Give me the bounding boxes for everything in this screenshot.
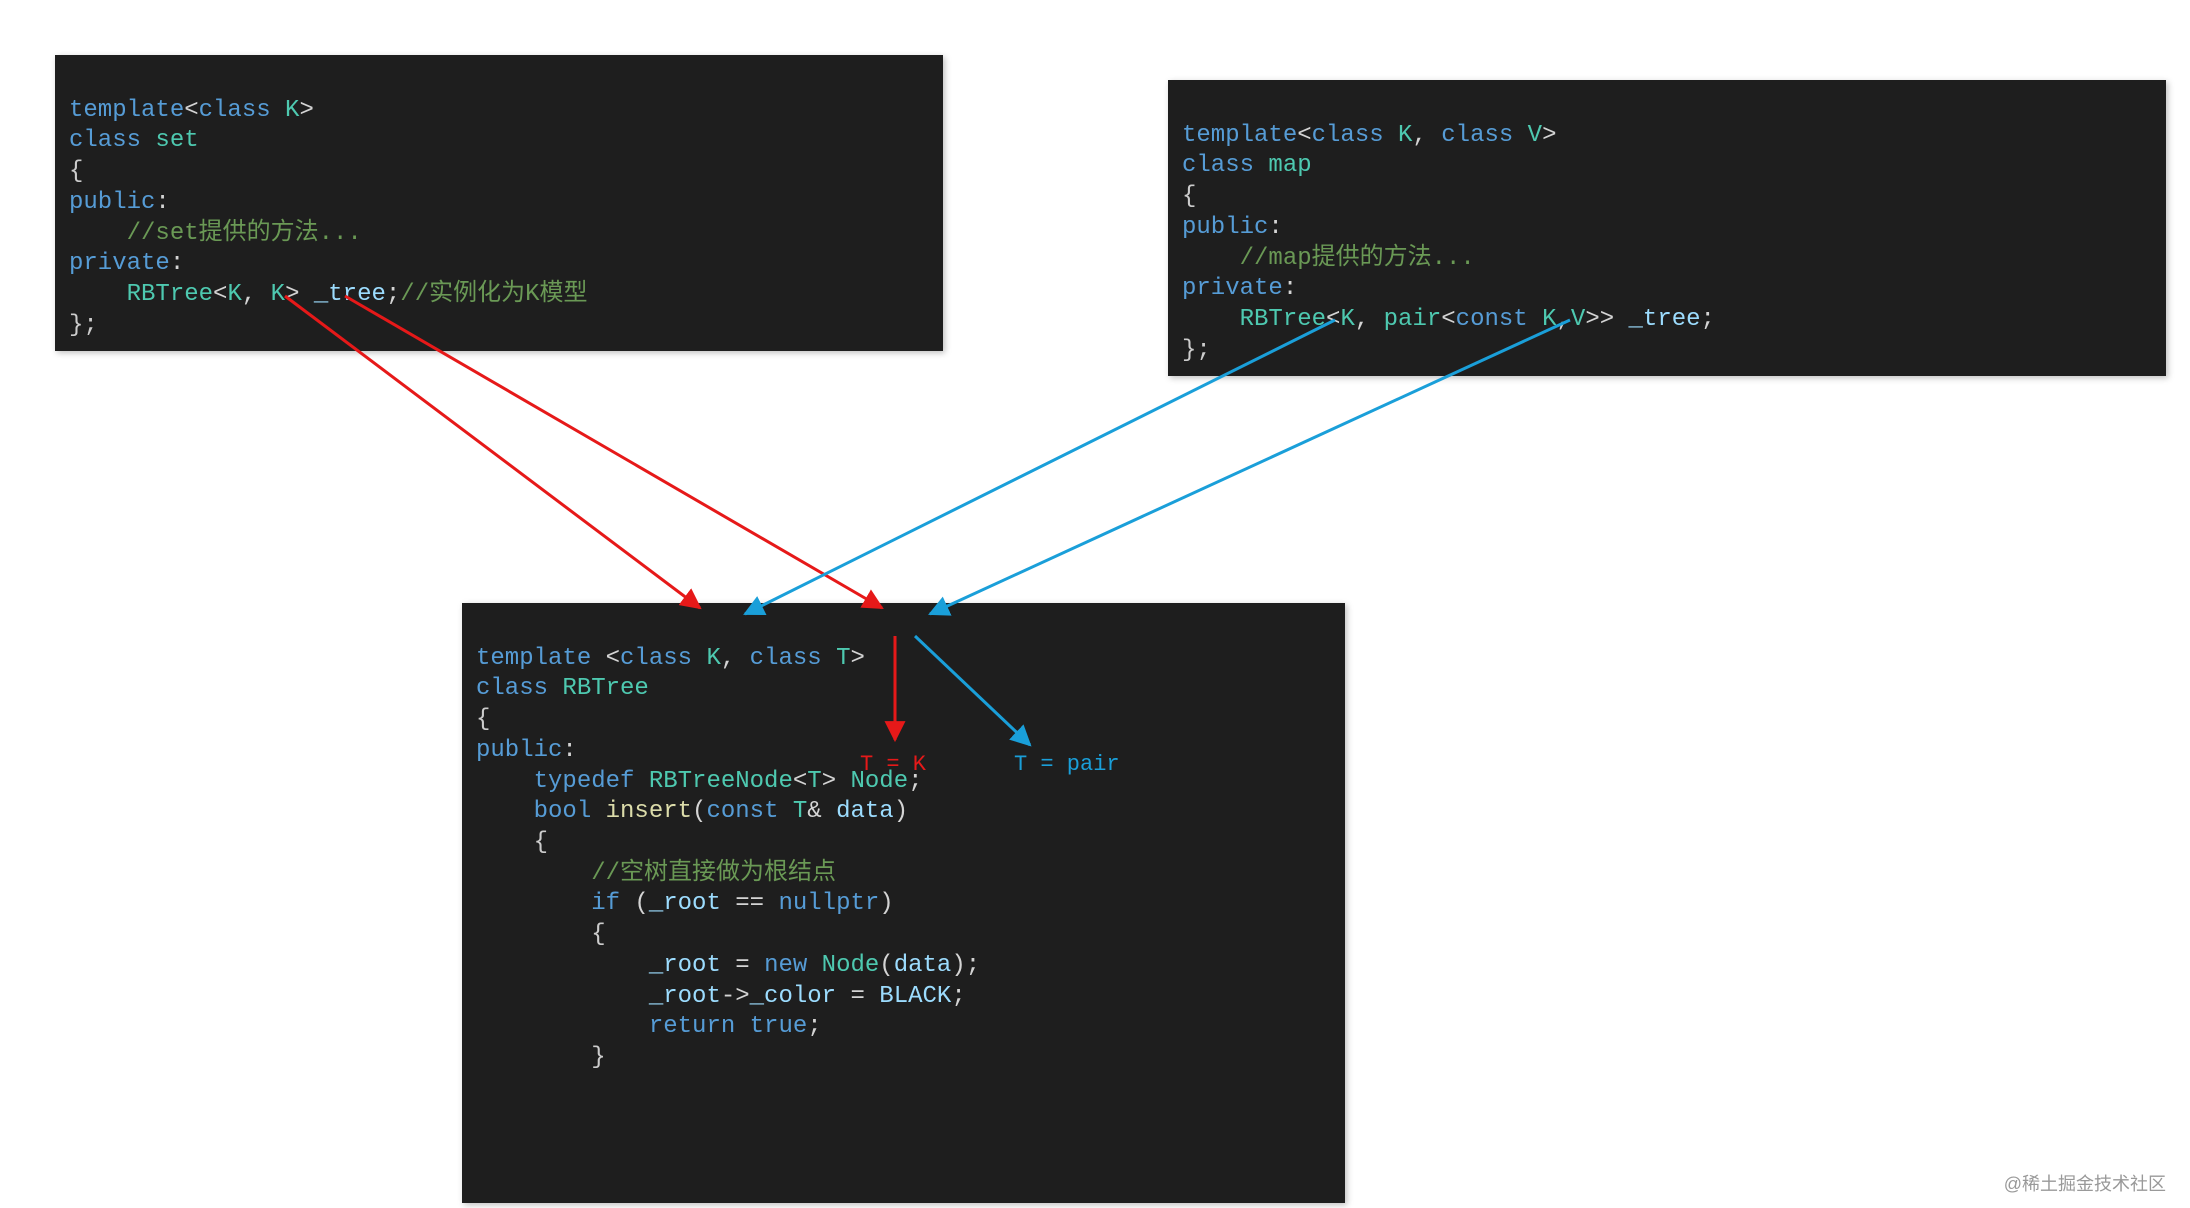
comment-empty-tree-root: //空树直接做为根结点 [591,860,836,887]
comment-set-methods: //set提供的方法... [127,220,362,247]
watermark: @稀土掘金技术社区 [2004,1170,2166,1196]
keyword-template: template [69,97,184,124]
comment-map-methods: //map提供的方法... [1240,245,1475,272]
code-box-rbtree: template <class K, class T> class RBTree… [462,603,1345,1203]
code-box-set: template<class K> class set { public: //… [55,55,943,351]
comment-k-model: //实例化为K模型 [400,281,587,308]
code-box-map: template<class K, class V> class map { p… [1168,80,2166,376]
